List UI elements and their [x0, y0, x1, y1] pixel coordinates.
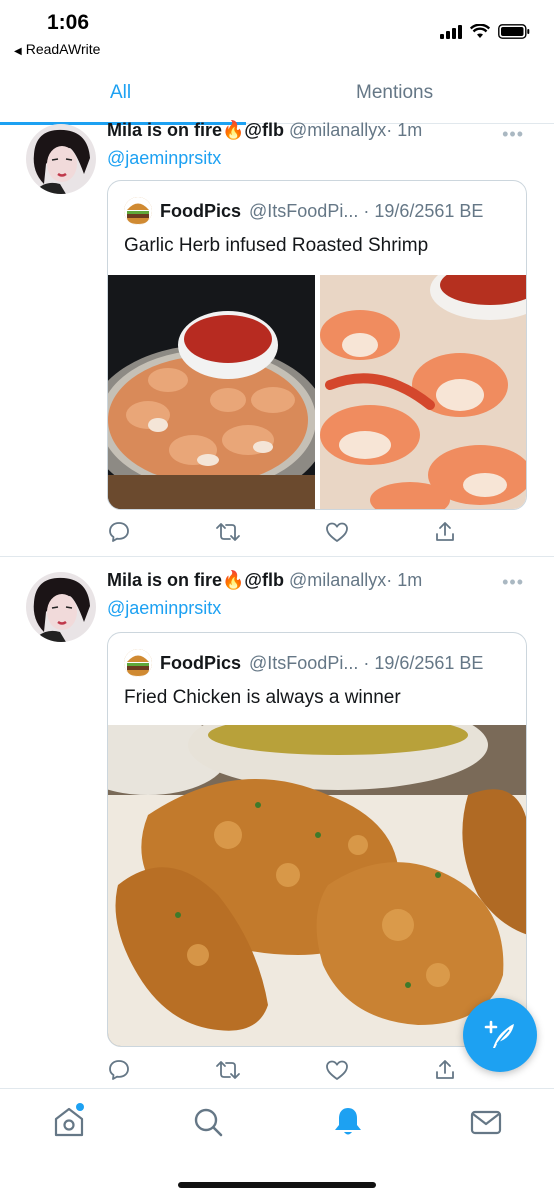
- share-icon[interactable]: [433, 1058, 457, 1082]
- tweet-actions: [107, 1058, 457, 1082]
- quoted-avatar: [124, 197, 152, 225]
- back-app-label: ReadAWrite: [25, 41, 101, 57]
- mention-link[interactable]: @jaeminprsitx: [107, 598, 221, 619]
- notifications-icon[interactable]: [331, 1105, 365, 1139]
- back-to-app-link[interactable]: ◀ ReadAWrite: [14, 41, 100, 57]
- timestamp: · 1m: [386, 570, 423, 590]
- messages-icon[interactable]: [469, 1105, 503, 1139]
- retweet-icon[interactable]: [215, 1058, 241, 1082]
- quoted-avatar: [124, 649, 152, 677]
- more-icon[interactable]: •••: [502, 572, 524, 593]
- tweet-actions: [107, 520, 457, 544]
- display-name[interactable]: Mila is on fire🔥@flb: [107, 120, 284, 140]
- quoted-tweet-text: Fried Chicken is always a winner: [124, 687, 401, 708]
- mention-link[interactable]: @jaeminprsitx: [107, 148, 221, 169]
- avatar[interactable]: [26, 124, 96, 194]
- user-handle: @milanallyx: [289, 120, 387, 140]
- quoted-tweet[interactable]: FoodPics @ItsFoodPi... · 19/6/2561 BE Fr…: [107, 632, 527, 1047]
- compose-icon: [484, 1020, 514, 1048]
- shrimp-photo-2[interactable]: [320, 260, 526, 509]
- quoted-tweet-header: FoodPics @ItsFoodPi... · 19/6/2561 BE: [124, 197, 483, 225]
- tab-mentions[interactable]: Mentions: [356, 82, 433, 104]
- timestamp: · 1m: [386, 120, 423, 140]
- notification-tabs: All Mentions: [0, 68, 554, 125]
- quoted-media-grid: [108, 260, 526, 509]
- tweet-header: Mila is on fire🔥@flb @milanallyx· 1m: [107, 120, 422, 141]
- share-icon[interactable]: [433, 520, 457, 544]
- quoted-tweet-text: Garlic Herb infused Roasted Shrimp: [124, 235, 429, 256]
- more-icon[interactable]: •••: [502, 124, 524, 145]
- clock: 1:06: [47, 11, 90, 34]
- wifi-icon: [470, 24, 490, 38]
- back-arrow-icon: ◀: [14, 46, 22, 57]
- tweet[interactable]: Mila is on fire🔥@flb @milanallyx· 1m •••…: [0, 120, 554, 557]
- quoted-meta: @ItsFoodPi... · 19/6/2561 BE: [249, 652, 484, 673]
- status-bar: 1:06 ◀ ReadAWrite: [0, 0, 554, 68]
- status-icons: [440, 24, 530, 39]
- quoted-display-name: FoodPics: [160, 652, 242, 673]
- quoted-tweet[interactable]: FoodPics @ItsFoodPi... · 19/6/2561 BE Ga…: [107, 180, 527, 510]
- quoted-tweet-header: FoodPics @ItsFoodPi... · 19/6/2561 BE: [124, 649, 483, 677]
- retweet-icon[interactable]: [215, 520, 241, 544]
- display-name[interactable]: Mila is on fire🔥@flb: [107, 570, 284, 590]
- user-handle: @milanallyx: [289, 570, 387, 590]
- fried-chicken-photo[interactable]: [108, 700, 526, 1046]
- cellular-signal-icon: [440, 24, 462, 39]
- quoted-meta: @ItsFoodPi... · 19/6/2561 BE: [249, 200, 484, 221]
- search-icon[interactable]: [191, 1105, 225, 1139]
- shrimp-photo-1[interactable]: [108, 275, 328, 509]
- heart-icon[interactable]: [325, 1058, 349, 1082]
- battery-icon: [498, 24, 530, 39]
- reply-icon[interactable]: [107, 1058, 131, 1082]
- home-indicator[interactable]: [178, 1182, 376, 1188]
- avatar[interactable]: [26, 572, 96, 642]
- quoted-display-name: FoodPics: [160, 200, 242, 221]
- tweet-header: Mila is on fire🔥@flb @milanallyx· 1m: [107, 570, 422, 591]
- new-content-dot: [76, 1103, 84, 1111]
- tab-all[interactable]: All: [110, 82, 131, 104]
- compose-button[interactable]: [463, 998, 537, 1072]
- reply-icon[interactable]: [107, 520, 131, 544]
- heart-icon[interactable]: [325, 520, 349, 544]
